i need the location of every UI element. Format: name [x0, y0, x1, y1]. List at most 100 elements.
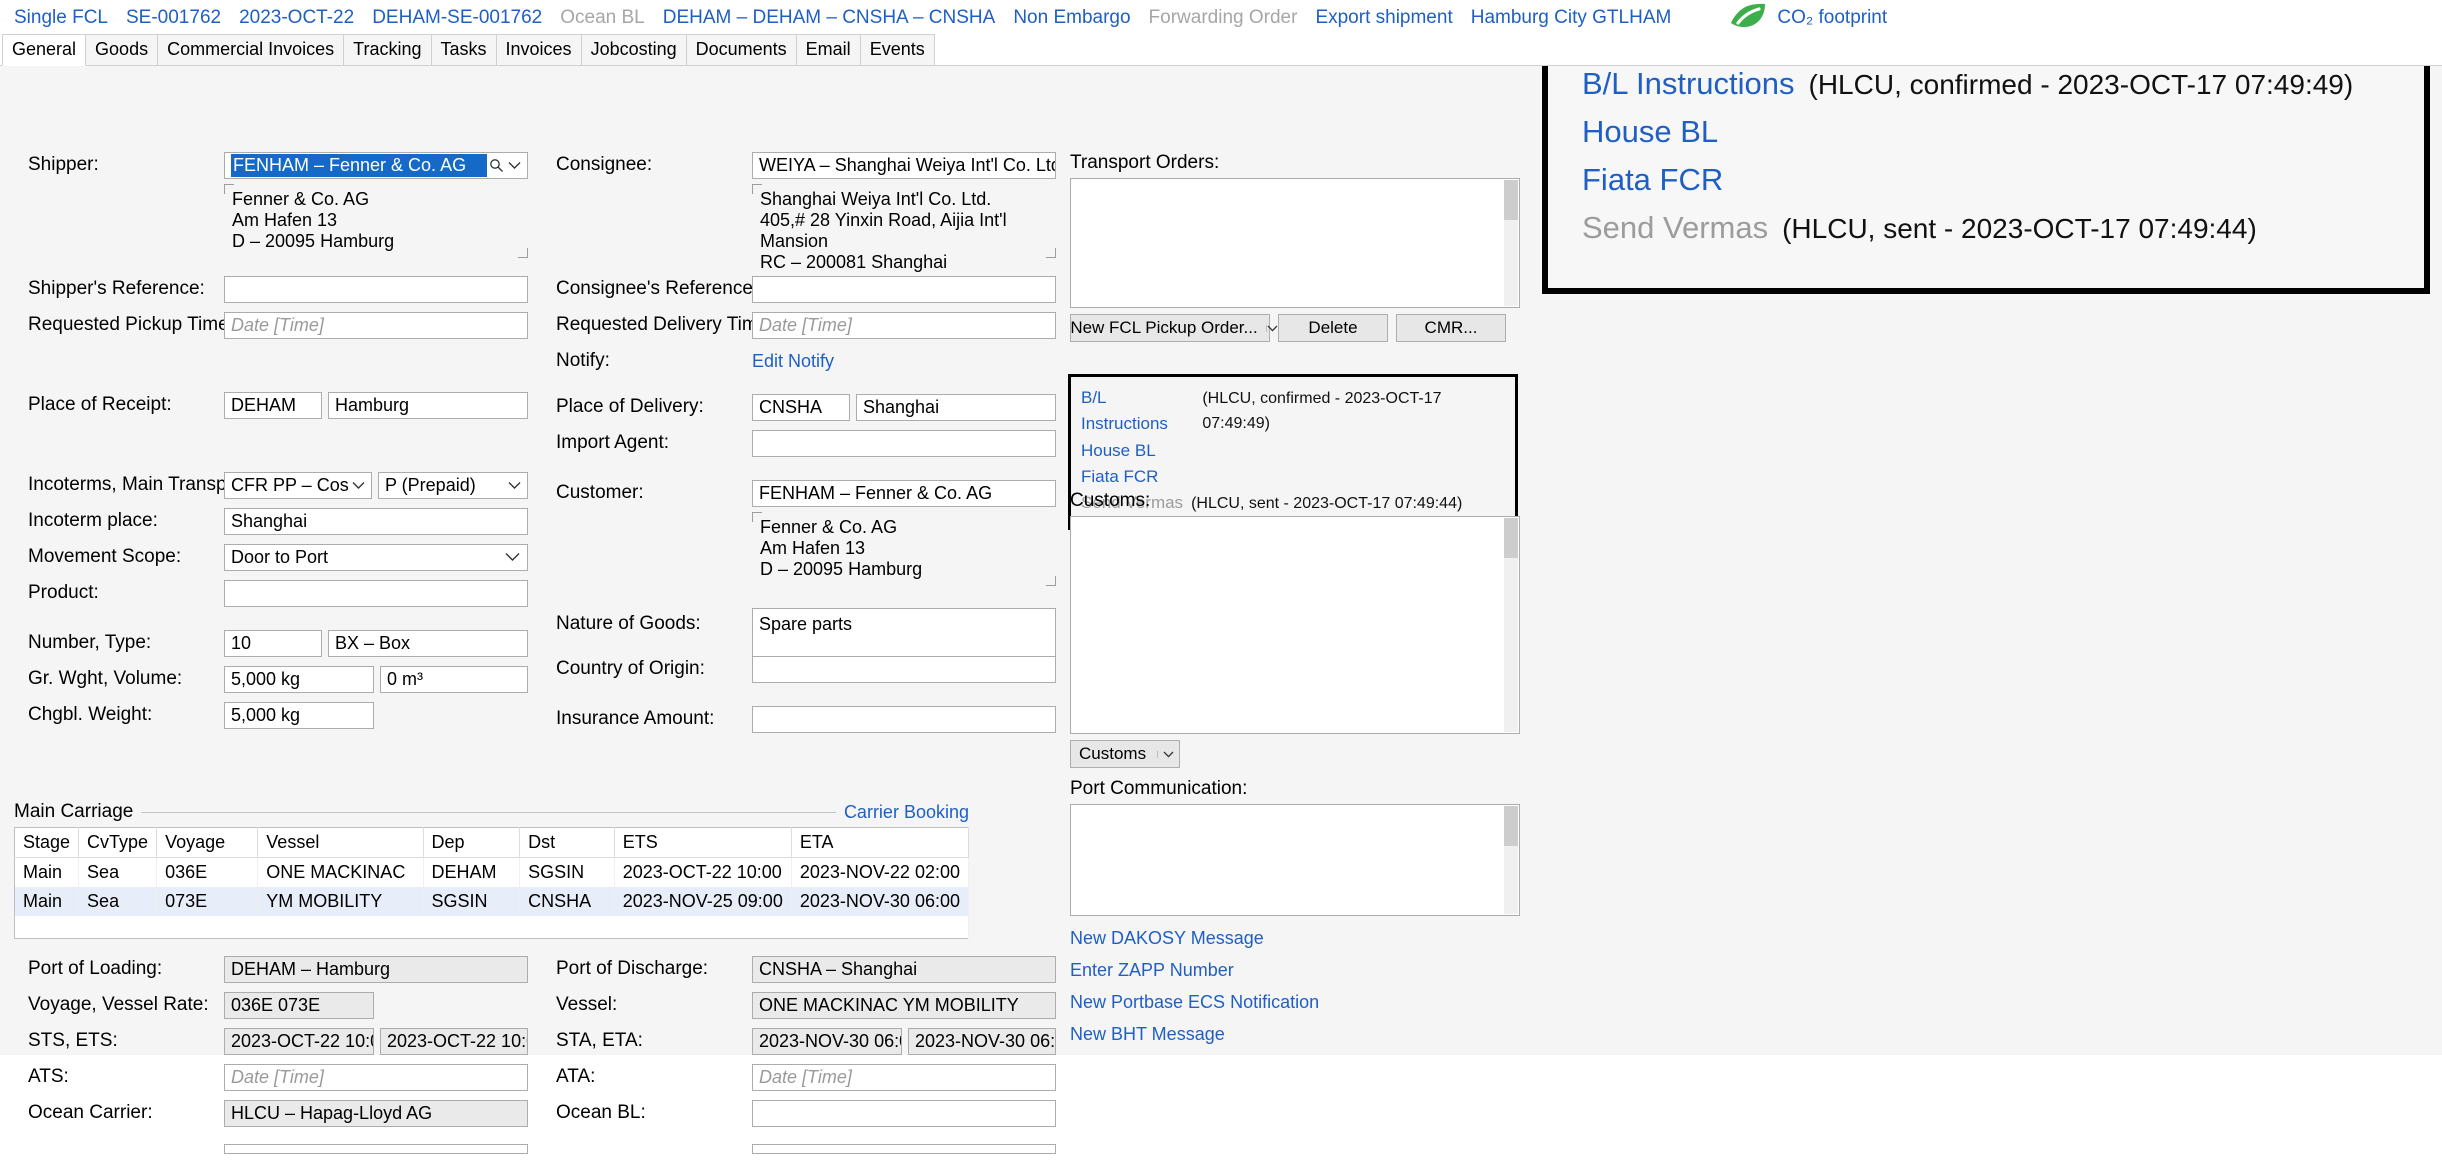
chevron-down-icon[interactable]: [349, 481, 367, 490]
document-action-name[interactable]: Fiata FCR: [1081, 464, 1158, 490]
ata-input[interactable]: Date [Time]: [752, 1063, 1056, 1091]
chargeable-weight-input[interactable]: 5,000 kg: [224, 701, 374, 729]
callout-send-vermas[interactable]: Send Vermas (HLCU, sent - 2023-OCT-17 07…: [1582, 212, 2390, 243]
insurance-amount-input[interactable]: [752, 705, 1056, 733]
tab-documents[interactable]: Documents: [685, 34, 797, 65]
breadcrumb-item-reference[interactable]: DEHAM-SE-001762: [372, 7, 542, 29]
new-dakosy-message-link[interactable]: New DAKOSY Message: [1070, 928, 1520, 949]
document-action-name[interactable]: House BL: [1081, 438, 1156, 464]
callout-fiata-fcr[interactable]: Fiata FCR: [1582, 164, 2390, 195]
col-cvtype[interactable]: CvType: [78, 827, 158, 858]
ocean-bl-input[interactable]: [752, 1099, 1056, 1127]
search-icon[interactable]: [487, 158, 505, 173]
sts-input[interactable]: 2023-OCT-22 10:00: [224, 1027, 374, 1055]
country-of-origin-input[interactable]: [752, 655, 1056, 683]
place-of-delivery-code[interactable]: CNSHA: [752, 393, 850, 421]
document-action-bl-instructions[interactable]: B/L Instructions (HLCU, confirmed - 2023…: [1081, 385, 1505, 438]
breadcrumb-item-type[interactable]: Single FCL: [14, 7, 108, 29]
volume-input[interactable]: 0 m³: [380, 665, 528, 693]
breadcrumb-item-embargo[interactable]: Non Embargo: [1013, 7, 1130, 29]
tab-events[interactable]: Events: [859, 34, 935, 65]
eta-input[interactable]: 2023-NOV-30 06:00: [908, 1027, 1056, 1055]
tab-general[interactable]: General: [2, 34, 87, 66]
breadcrumb-item-forwarding-order[interactable]: Forwarding Order: [1149, 7, 1298, 29]
port-of-discharge-input[interactable]: CNSHA – Shanghai: [752, 955, 1056, 983]
col-ets[interactable]: ETS: [614, 827, 792, 858]
tab-commercial-invoices[interactable]: Commercial Invoices: [157, 34, 345, 65]
col-dep[interactable]: Dep: [423, 827, 521, 858]
col-vessel[interactable]: Vessel: [257, 827, 424, 858]
breadcrumb-item-terminal[interactable]: Hamburg City GTLHAM: [1471, 7, 1672, 29]
vessel-input[interactable]: ONE MACKINAC YM MOBILITY: [752, 991, 1056, 1019]
table-row[interactable]: Main Sea 036E ONE MACKINAC DEHAM SGSIN 2…: [14, 857, 970, 887]
incoterm-place-input[interactable]: Shanghai: [224, 507, 528, 535]
edit-notify-link[interactable]: Edit Notify: [752, 351, 834, 372]
consignee-reference-input[interactable]: [752, 275, 1056, 303]
table-row[interactable]: Main Sea 073E YM MOBILITY SGSIN CNSHA 20…: [14, 887, 970, 916]
tab-goods[interactable]: Goods: [85, 34, 159, 65]
product-input[interactable]: [224, 579, 528, 607]
breadcrumb-item-oceanbl[interactable]: Ocean BL: [560, 7, 645, 29]
callout-document-name[interactable]: B/L Instructions: [1582, 68, 1795, 99]
col-eta[interactable]: ETA: [791, 827, 970, 858]
callout-document-name[interactable]: Send Vermas: [1582, 212, 1768, 243]
chevron-down-icon[interactable]: [505, 161, 523, 170]
chevron-down-icon[interactable]: [503, 552, 521, 562]
table-row-empty[interactable]: [14, 916, 969, 938]
package-type-input[interactable]: BX – Box: [328, 629, 528, 657]
movement-scope-select[interactable]: Door to Port: [224, 543, 528, 571]
sta-input[interactable]: 2023-NOV-30 06:00: [752, 1027, 902, 1055]
extra-input-2[interactable]: [752, 1144, 1056, 1154]
col-voyage[interactable]: Voyage: [156, 827, 259, 858]
col-dst[interactable]: Dst: [519, 827, 615, 858]
requested-delivery-input[interactable]: Date [Time]: [752, 311, 1056, 339]
incoterms-payment-select[interactable]: P (Prepaid): [378, 471, 528, 499]
new-fcl-pickup-order-button[interactable]: New FCL Pickup Order...: [1070, 314, 1278, 342]
document-action-house-bl[interactable]: House BL: [1081, 438, 1505, 464]
chevron-down-icon[interactable]: [1157, 750, 1179, 758]
transport-orders-list[interactable]: [1070, 178, 1520, 308]
delete-transport-order-button[interactable]: Delete: [1278, 314, 1388, 342]
enter-zapp-number-link[interactable]: Enter ZAPP Number: [1070, 960, 1520, 981]
callout-document-name[interactable]: Fiata FCR: [1582, 164, 1723, 195]
breadcrumb-item-route[interactable]: DEHAM – DEHAM – CNSHA – CNSHA: [663, 7, 996, 29]
breadcrumb-item-export-shipment[interactable]: Export shipment: [1315, 7, 1452, 29]
requested-pickup-input[interactable]: Date [Time]: [224, 311, 528, 339]
callout-house-bl[interactable]: House BL: [1582, 116, 2390, 147]
tab-tasks[interactable]: Tasks: [430, 34, 497, 65]
breadcrumb-item-date[interactable]: 2023-OCT-22: [239, 7, 354, 29]
voyage-vessel-rate-input[interactable]: 036E 073E: [224, 991, 374, 1019]
port-of-loading-input[interactable]: DEHAM – Hamburg: [224, 955, 528, 983]
col-stage[interactable]: Stage: [14, 827, 80, 858]
port-communication-scrollbar[interactable]: [1504, 806, 1518, 914]
tab-invoices[interactable]: Invoices: [495, 34, 582, 65]
transport-orders-scrollbar[interactable]: [1504, 180, 1518, 306]
callout-document-name[interactable]: House BL: [1582, 116, 1718, 147]
customer-input[interactable]: FENHAM – Fenner & Co. AG: [752, 479, 1056, 507]
document-action-fiata-fcr[interactable]: Fiata FCR: [1081, 464, 1505, 490]
customs-list[interactable]: [1070, 516, 1520, 734]
place-of-receipt-name[interactable]: Hamburg: [328, 391, 528, 419]
tab-jobcosting[interactable]: Jobcosting: [580, 34, 687, 65]
callout-bl-instructions[interactable]: B/L Instructions (HLCU, confirmed - 2023…: [1582, 68, 2390, 99]
import-agent-input[interactable]: [752, 429, 1056, 457]
ets-input[interactable]: 2023-OCT-22 10:00: [380, 1027, 528, 1055]
consignee-input[interactable]: WEIYA – Shanghai Weiya Int'l Co. Ltd.: [752, 151, 1056, 179]
new-portbase-ecs-notification-link[interactable]: New Portbase ECS Notification: [1070, 992, 1520, 1013]
chevron-down-icon[interactable]: [1265, 324, 1278, 332]
carrier-booking-link[interactable]: Carrier Booking: [844, 802, 969, 823]
port-communication-list[interactable]: [1070, 804, 1520, 916]
shipper-reference-input[interactable]: [224, 275, 528, 303]
tab-tracking[interactable]: Tracking: [343, 34, 432, 65]
place-of-receipt-code[interactable]: DEHAM: [224, 391, 322, 419]
number-input[interactable]: 10: [224, 629, 322, 657]
new-bht-message-link[interactable]: New BHT Message: [1070, 1024, 1520, 1045]
shipper-input[interactable]: FENHAM – Fenner & Co. AG: [224, 151, 528, 179]
breadcrumb-item-shipment[interactable]: SE-001762: [126, 7, 221, 29]
tab-email[interactable]: Email: [795, 34, 861, 65]
customs-dropdown-button[interactable]: Customs: [1070, 740, 1180, 768]
document-action-name[interactable]: B/L Instructions: [1081, 385, 1194, 438]
extra-input[interactable]: [224, 1144, 528, 1154]
place-of-delivery-name[interactable]: Shanghai: [856, 393, 1056, 421]
gross-weight-input[interactable]: 5,000 kg: [224, 665, 374, 693]
